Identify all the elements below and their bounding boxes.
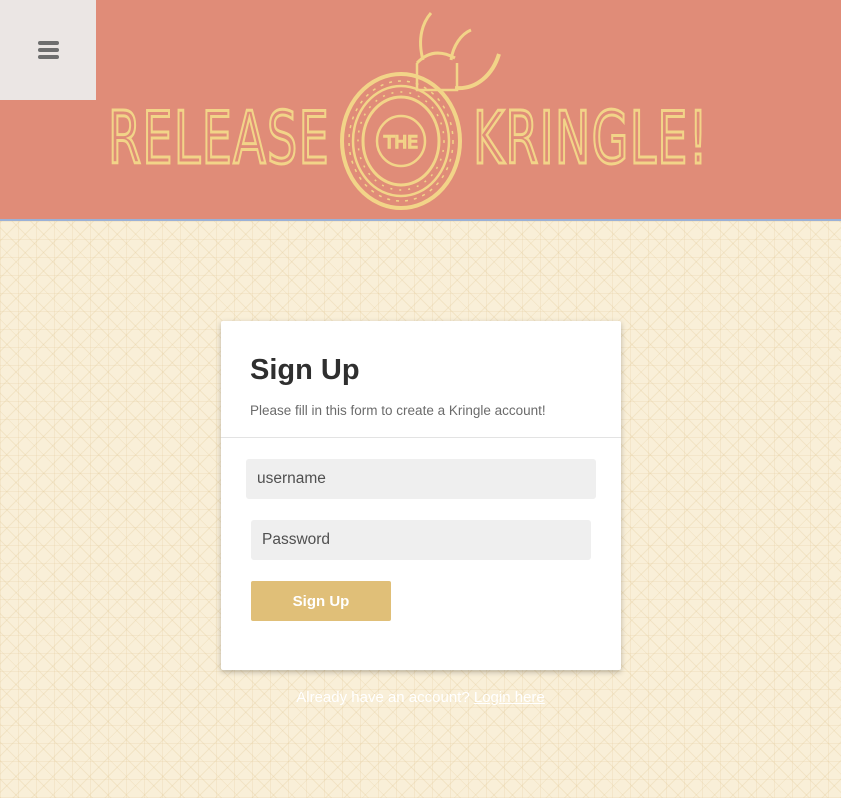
- password-input[interactable]: [251, 520, 591, 560]
- login-prompt-text: Already have an account?: [296, 689, 474, 706]
- menu-toggle-button[interactable]: [0, 0, 96, 100]
- site-logo[interactable]: RELEASE THE KRINGLE!: [105, 8, 715, 213]
- signup-subtitle: Please fill in this form to create a Kri…: [250, 403, 546, 418]
- hamburger-menu-icon: [37, 41, 59, 59]
- logo-text-the: THE: [383, 133, 418, 153]
- site-header: RELEASE THE KRINGLE!: [0, 0, 841, 221]
- login-link[interactable]: Login here: [474, 689, 545, 706]
- username-input[interactable]: [246, 459, 596, 499]
- signup-card-header: Sign Up Please fill in this form to crea…: [221, 321, 621, 438]
- signup-button[interactable]: Sign Up: [251, 581, 391, 621]
- logo-text-kringle: KRINGLE!: [473, 96, 709, 180]
- signup-card: Sign Up Please fill in this form to crea…: [221, 321, 621, 670]
- signup-title: Sign Up: [250, 354, 360, 386]
- logo-text-release: RELEASE: [108, 96, 330, 180]
- login-prompt: Already have an account? Login here: [0, 689, 841, 706]
